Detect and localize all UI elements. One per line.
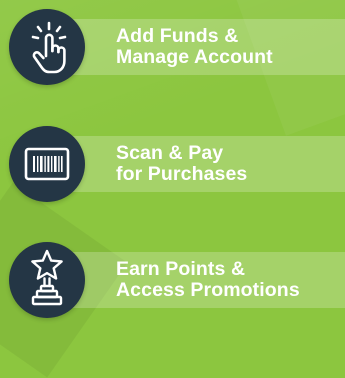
tap-hand-icon [31, 21, 67, 74]
feature-add-funds: Add Funds & Manage Account [0, 7, 345, 87]
feature-label-line: Access Promotions [116, 279, 300, 301]
feature-label-line: Manage Account [116, 46, 273, 68]
feature-label: Add Funds & Manage Account [116, 26, 345, 68]
star-trophy-icon [31, 249, 63, 306]
feature-label-line: for Purchases [116, 163, 248, 185]
feature-label-line: Add Funds & [116, 25, 239, 47]
feature-icon-circle [9, 242, 85, 318]
feature-label: Earn Points & Access Promotions [116, 259, 345, 301]
feature-label-line: Scan & Pay [116, 142, 224, 164]
feature-icon-circle [9, 126, 85, 202]
barcode-icon [24, 147, 70, 181]
feature-scan-pay: Scan & Pay for Purchases [0, 124, 345, 204]
feature-earn-points: Earn Points & Access Promotions [0, 240, 345, 320]
feature-label: Scan & Pay for Purchases [116, 143, 345, 185]
feature-icon-circle [9, 9, 85, 85]
feature-label-line: Earn Points & [116, 258, 246, 280]
